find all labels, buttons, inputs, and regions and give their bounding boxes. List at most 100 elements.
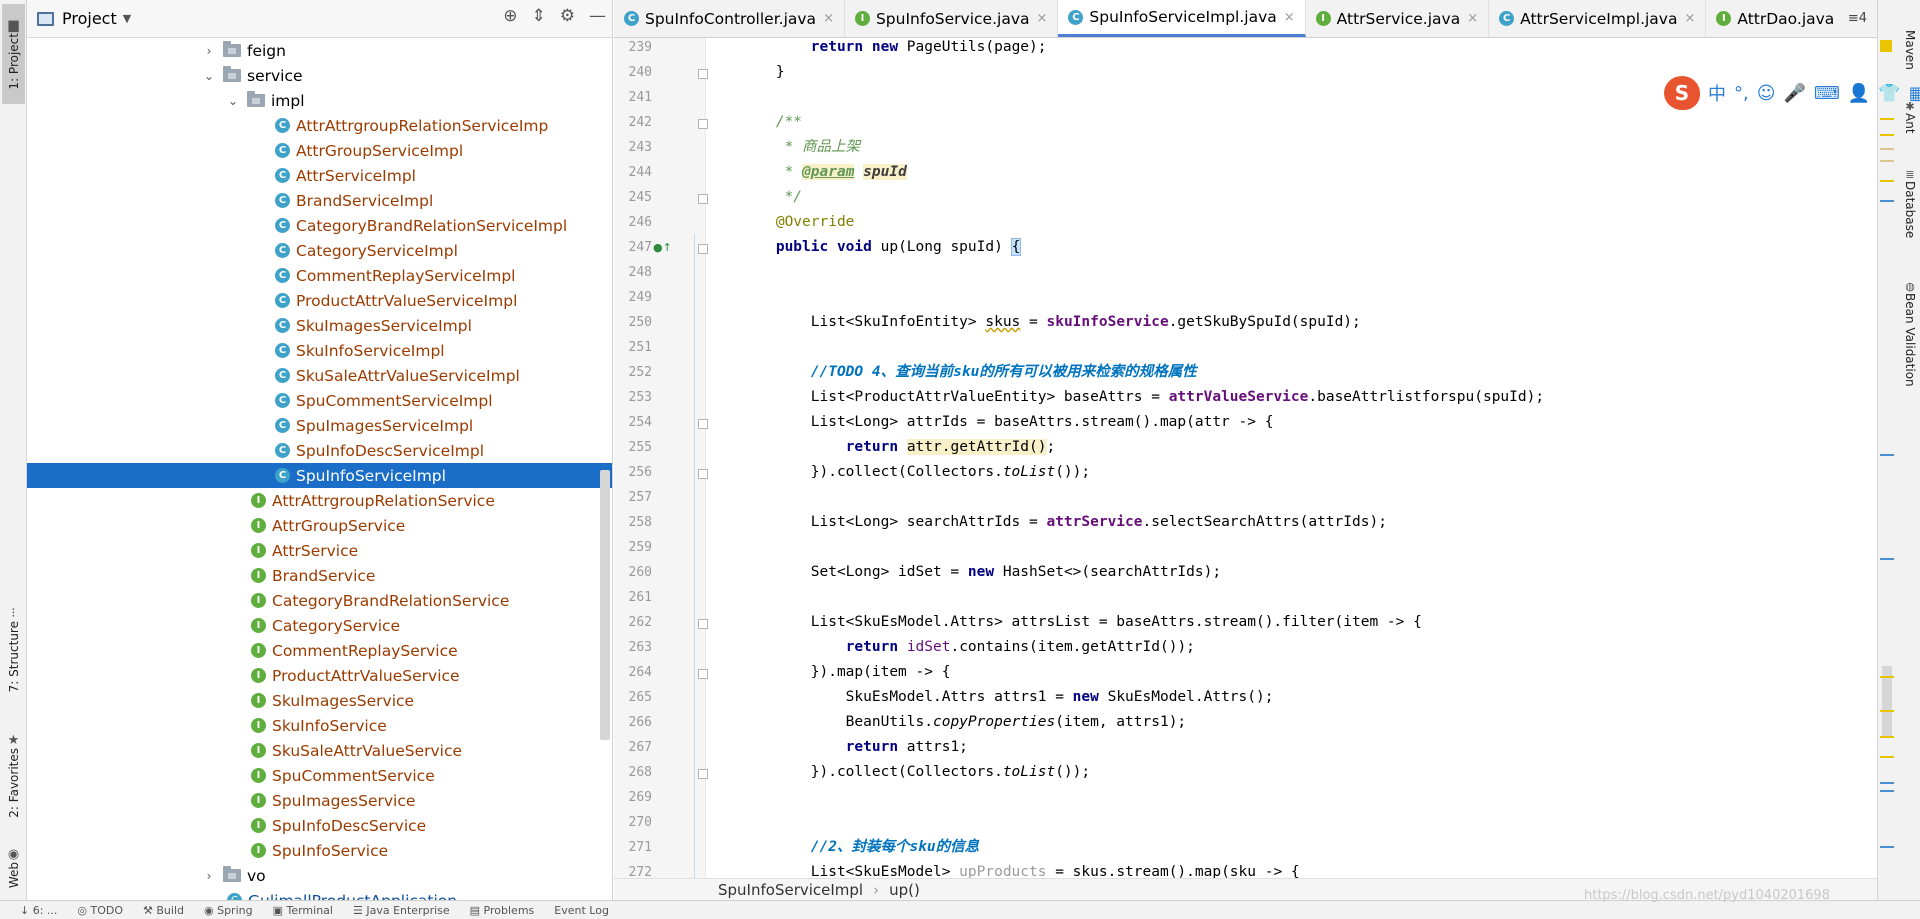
status-bar-item[interactable]: ⚒ Build xyxy=(143,904,184,917)
chevron-down-icon[interactable]: ▼ xyxy=(123,12,131,25)
warning-marker[interactable] xyxy=(1880,180,1894,182)
microphone-icon[interactable]: 🎤 xyxy=(1784,83,1806,104)
tree-file-node[interactable]: C BrandServiceImpl xyxy=(27,188,612,213)
tree-folder-node[interactable]: › vo xyxy=(27,863,612,888)
code-line[interactable]: List<ProductAttrValueEntity> baseAttrs =… xyxy=(706,385,1544,410)
tool-tab-structure[interactable]: ⁝ 7: Structure xyxy=(2,600,25,700)
code-line[interactable]: BeanUtils.copyProperties(item, attrs1); xyxy=(706,710,1186,735)
tree-file-node[interactable]: C SpuInfoServiceImpl xyxy=(27,463,612,488)
status-bar-item[interactable]: Event Log xyxy=(554,904,609,917)
warning-marker[interactable] xyxy=(1880,134,1894,136)
tree-file-node[interactable]: I AttrGroupService xyxy=(27,513,612,538)
tool-tab-bean-validation[interactable]: ◍ Bean Validation xyxy=(1900,280,1920,387)
keyboard-icon[interactable]: ⌨ xyxy=(1814,83,1840,104)
editor-tab[interactable]: C AttrServiceImpl.java × xyxy=(1489,0,1707,37)
chevron-right-icon[interactable]: › xyxy=(201,44,217,58)
tree-file-node[interactable]: C SpuCommentServiceImpl xyxy=(27,388,612,413)
code-line[interactable]: List<SkuEsModel.Attrs> attrsList = baseA… xyxy=(706,610,1422,635)
tree-folder-node[interactable]: ⌄ impl xyxy=(27,88,612,113)
code-line[interactable]: //2、封装每个sku的信息 xyxy=(706,835,979,860)
project-panel-title[interactable]: Project xyxy=(62,9,117,28)
emoji-icon[interactable]: ☺ xyxy=(1757,83,1776,104)
breadcrumb-method[interactable]: up() xyxy=(889,881,920,899)
todo-marker[interactable] xyxy=(1880,846,1894,848)
code-line[interactable] xyxy=(706,335,741,360)
ime-chinese-mode-button[interactable]: 中 xyxy=(1708,80,1726,106)
code-line[interactable] xyxy=(706,810,741,835)
gear-icon[interactable]: ⚙ xyxy=(560,6,575,26)
ime-punctuation-button[interactable]: °, xyxy=(1734,83,1749,104)
code-line[interactable] xyxy=(706,785,741,810)
code-line[interactable]: //TODO 4、查询当前sku的所有可以被用来检索的规格属性 xyxy=(706,360,1197,385)
collapse-icon[interactable]: ⇕ xyxy=(532,6,546,26)
tree-file-node[interactable]: I SkuSaleAttrValueService xyxy=(27,738,612,763)
status-bar-item[interactable]: ◎ TODO xyxy=(77,904,123,917)
tool-tab-favorites[interactable]: ★ 2: Favorites xyxy=(2,726,25,826)
editor-tab[interactable]: C SpuInfoController.java × xyxy=(614,0,845,37)
todo-marker[interactable] xyxy=(1880,782,1894,784)
tool-tab-maven[interactable]: Maven xyxy=(1900,30,1920,70)
code-line[interactable] xyxy=(706,260,741,285)
tree-file-node[interactable]: C SkuSaleAttrValueServiceImpl xyxy=(27,363,612,388)
code-line[interactable]: List<Long> attrIds = baseAttrs.stream().… xyxy=(706,410,1274,435)
warning-marker[interactable] xyxy=(1880,148,1894,150)
code-line[interactable]: return new PageUtils(page); xyxy=(706,38,1047,60)
tree-file-node[interactable]: I SpuInfoDescService xyxy=(27,813,612,838)
code-line[interactable]: public void up(Long spuId) { xyxy=(706,235,1022,260)
minimize-icon[interactable]: — xyxy=(589,6,606,26)
tree-file-node[interactable]: C SkuInfoServiceImpl xyxy=(27,338,612,363)
tree-file-node[interactable]: I CommentReplayService xyxy=(27,638,612,663)
editor-tab[interactable]: C SpuInfoServiceImpl.java × xyxy=(1058,0,1306,37)
code-line[interactable]: }).collect(Collectors.toList()); xyxy=(706,760,1090,785)
editor-tab[interactable]: I SpuInfoService.java × xyxy=(845,0,1059,37)
warning-marker[interactable] xyxy=(1880,736,1894,738)
close-icon[interactable]: × xyxy=(1284,10,1295,25)
tree-file-node[interactable]: C SpuImagesServiceImpl xyxy=(27,413,612,438)
code-line[interactable]: }).collect(Collectors.toList()); xyxy=(706,460,1090,485)
ime-logo[interactable]: S xyxy=(1664,76,1700,110)
grid-menu-icon[interactable]: ▦ xyxy=(1909,83,1920,104)
inspection-status-icon[interactable] xyxy=(1880,40,1892,52)
tree-file-node[interactable]: I AttrService xyxy=(27,538,612,563)
code-line[interactable]: } xyxy=(706,60,785,85)
code-line[interactable]: /** xyxy=(706,110,802,135)
tree-file-node[interactable]: I BrandService xyxy=(27,563,612,588)
user-icon[interactable]: 👤 xyxy=(1848,83,1870,104)
chevron-right-icon[interactable]: › xyxy=(201,869,217,883)
tree-folder-node[interactable]: › feign xyxy=(27,38,612,63)
status-bar-item[interactable]: ↓ 6: ... xyxy=(20,904,57,917)
tree-file-node[interactable]: I SpuImagesService xyxy=(27,788,612,813)
code-line[interactable] xyxy=(706,85,741,110)
warning-marker[interactable] xyxy=(1880,710,1894,712)
implements-method-icon[interactable]: ●↑ xyxy=(653,241,672,254)
tree-file-node[interactable]: C ProductAttrValueServiceImpl xyxy=(27,288,612,313)
code-line[interactable]: return attrs1; xyxy=(706,735,968,760)
code-line[interactable] xyxy=(706,535,741,560)
tree-file-node[interactable]: I SpuInfoService xyxy=(27,838,612,863)
status-bar-item[interactable]: ▣ Terminal xyxy=(273,904,333,917)
code-line[interactable]: return idSet.contains(item.getAttrId()); xyxy=(706,635,1195,660)
status-bar-item[interactable]: ☰ Java Enterprise xyxy=(353,904,450,917)
code-line[interactable]: * 商品上架 xyxy=(706,135,860,160)
tree-file-node[interactable]: I SkuImagesService xyxy=(27,688,612,713)
warning-marker[interactable] xyxy=(1880,118,1894,120)
error-stripe[interactable] xyxy=(1877,38,1897,878)
code-line[interactable] xyxy=(706,485,741,510)
code-line[interactable]: return attr.getAttrId(); xyxy=(706,435,1055,460)
status-bar-item[interactable]: ◉ Spring xyxy=(204,904,253,917)
tab-overflow-button[interactable]: ≡4 xyxy=(1838,0,1877,38)
tree-file-node[interactable]: I SpuCommentService xyxy=(27,763,612,788)
tree-file-node[interactable]: C AttrAttrgroupRelationServiceImp xyxy=(27,113,612,138)
tree-file-node[interactable]: C SkuImagesServiceImpl xyxy=(27,313,612,338)
chevron-down-icon[interactable]: ⌄ xyxy=(225,94,241,108)
code-line[interactable]: @Override xyxy=(706,210,855,235)
tree-file-node[interactable]: C AttrServiceImpl xyxy=(27,163,612,188)
code-line[interactable]: */ xyxy=(706,185,802,210)
code-line[interactable]: Set<Long> idSet = new HashSet<>(searchAt… xyxy=(706,560,1221,585)
tree-file-node[interactable]: C CategoryBrandRelationServiceImpl xyxy=(27,213,612,238)
tree-file-node[interactable]: C AttrGroupServiceImpl xyxy=(27,138,612,163)
locate-icon[interactable]: ⊕ xyxy=(503,6,517,26)
code-editor[interactable]: 239 240 241 242 243 244 245 246 247 ●↑ 248 249 250 25… xyxy=(614,38,1877,878)
tree-file-node[interactable]: C CategoryServiceImpl xyxy=(27,238,612,263)
close-icon[interactable]: × xyxy=(1037,11,1048,26)
